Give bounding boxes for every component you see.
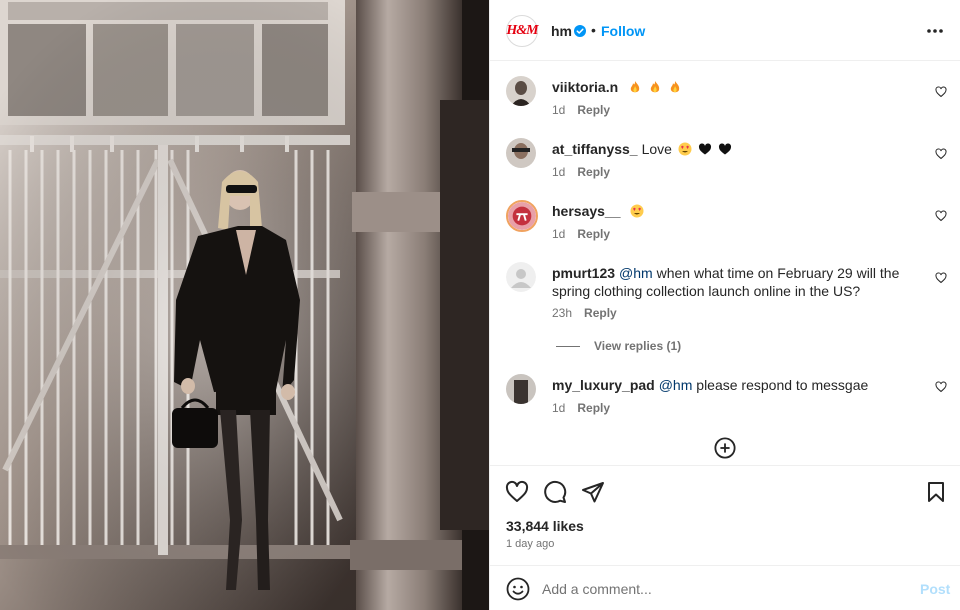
post-timestamp[interactable]: 1 day ago <box>506 538 554 550</box>
comment-text: Love <box>641 141 672 157</box>
add-comment-bar: Post <box>490 565 960 610</box>
share-send-icon[interactable] <box>581 480 605 504</box>
comment-mention[interactable]: @hm <box>659 377 693 393</box>
fire-emoji-icon <box>670 81 680 93</box>
reply-button[interactable]: Reply <box>584 306 617 320</box>
comment-input[interactable] <box>542 578 902 600</box>
comment-text: please respond to messgae <box>696 377 869 393</box>
save-bookmark-icon[interactable] <box>924 480 948 504</box>
view-replies-line <box>556 346 580 348</box>
comment-age: 1d <box>552 165 566 179</box>
reply-button[interactable]: Reply <box>577 401 610 415</box>
post-image <box>0 0 489 610</box>
black-heart-emoji-icon <box>718 143 731 155</box>
comment-age: 1d <box>552 401 566 415</box>
like-comment-heart-icon[interactable] <box>935 381 947 393</box>
comment-age: 1d <box>552 227 566 241</box>
follow-button[interactable]: Follow <box>601 23 645 39</box>
view-replies-label: View replies (1) <box>594 339 682 353</box>
like-comment-heart-icon[interactable] <box>935 86 947 98</box>
likes-count[interactable]: 33,844 likes <box>506 518 584 534</box>
comment-icon[interactable] <box>543 480 567 504</box>
comments-list: viiktoria.n 1d Reply at_tiffanyss_Love <box>490 61 960 465</box>
separator-dot: • <box>591 22 596 38</box>
comment-username[interactable]: pmurt123 <box>552 265 615 281</box>
post-comment-button[interactable]: Post <box>920 581 950 597</box>
avatar[interactable] <box>506 138 536 168</box>
fire-emoji-icon <box>630 81 640 93</box>
avatar[interactable] <box>506 200 538 232</box>
post-details-panel: H&M hm • Follow viiktoria.n 1d Reply at_… <box>489 0 960 610</box>
reply-button[interactable]: Reply <box>577 227 610 241</box>
post-header: H&M hm • Follow <box>490 0 960 61</box>
black-heart-emoji-icon <box>698 143 711 155</box>
more-options-icon[interactable] <box>926 28 944 34</box>
like-comment-heart-icon[interactable] <box>935 148 947 160</box>
verified-badge-icon <box>574 25 586 37</box>
like-heart-icon[interactable] <box>505 480 529 504</box>
post-actions: 33,844 likes 1 day ago <box>490 465 960 565</box>
comment-username[interactable]: hersays__ <box>552 203 621 219</box>
comment-meta: 1d Reply <box>552 103 610 117</box>
comment-username[interactable]: my_luxury_pad <box>552 377 655 393</box>
brand-logo: H&M <box>506 23 538 38</box>
fire-emoji-icon <box>650 81 660 93</box>
emoji-picker-icon[interactable] <box>506 577 530 601</box>
reply-button[interactable]: Reply <box>577 103 610 117</box>
avatar[interactable] <box>506 262 536 292</box>
comment-meta: 1d Reply <box>552 401 610 415</box>
post-photo[interactable] <box>0 0 489 610</box>
avatar[interactable]: H&M <box>506 15 539 47</box>
like-comment-heart-icon[interactable] <box>935 210 947 222</box>
avatar[interactable] <box>506 76 536 106</box>
load-more-comments-icon[interactable] <box>714 437 736 459</box>
view-replies-button[interactable]: View replies (1) <box>556 339 681 353</box>
comment-username[interactable]: viiktoria.n <box>552 79 618 95</box>
like-comment-heart-icon[interactable] <box>935 272 947 284</box>
comment-meta: 23h Reply <box>552 306 617 320</box>
heart-eyes-emoji-icon <box>630 204 644 218</box>
comment-age: 1d <box>552 103 566 117</box>
comment-mention[interactable]: @hm <box>619 265 653 281</box>
comment-age: 23h <box>552 306 573 320</box>
post-author-username[interactable]: hm <box>551 23 572 39</box>
avatar[interactable] <box>506 374 536 404</box>
comment-username[interactable]: at_tiffanyss_ <box>552 141 638 157</box>
heart-eyes-emoji-icon <box>678 142 692 156</box>
comment-meta: 1d Reply <box>552 227 610 241</box>
reply-button[interactable]: Reply <box>577 165 610 179</box>
comment-meta: 1d Reply <box>552 165 610 179</box>
